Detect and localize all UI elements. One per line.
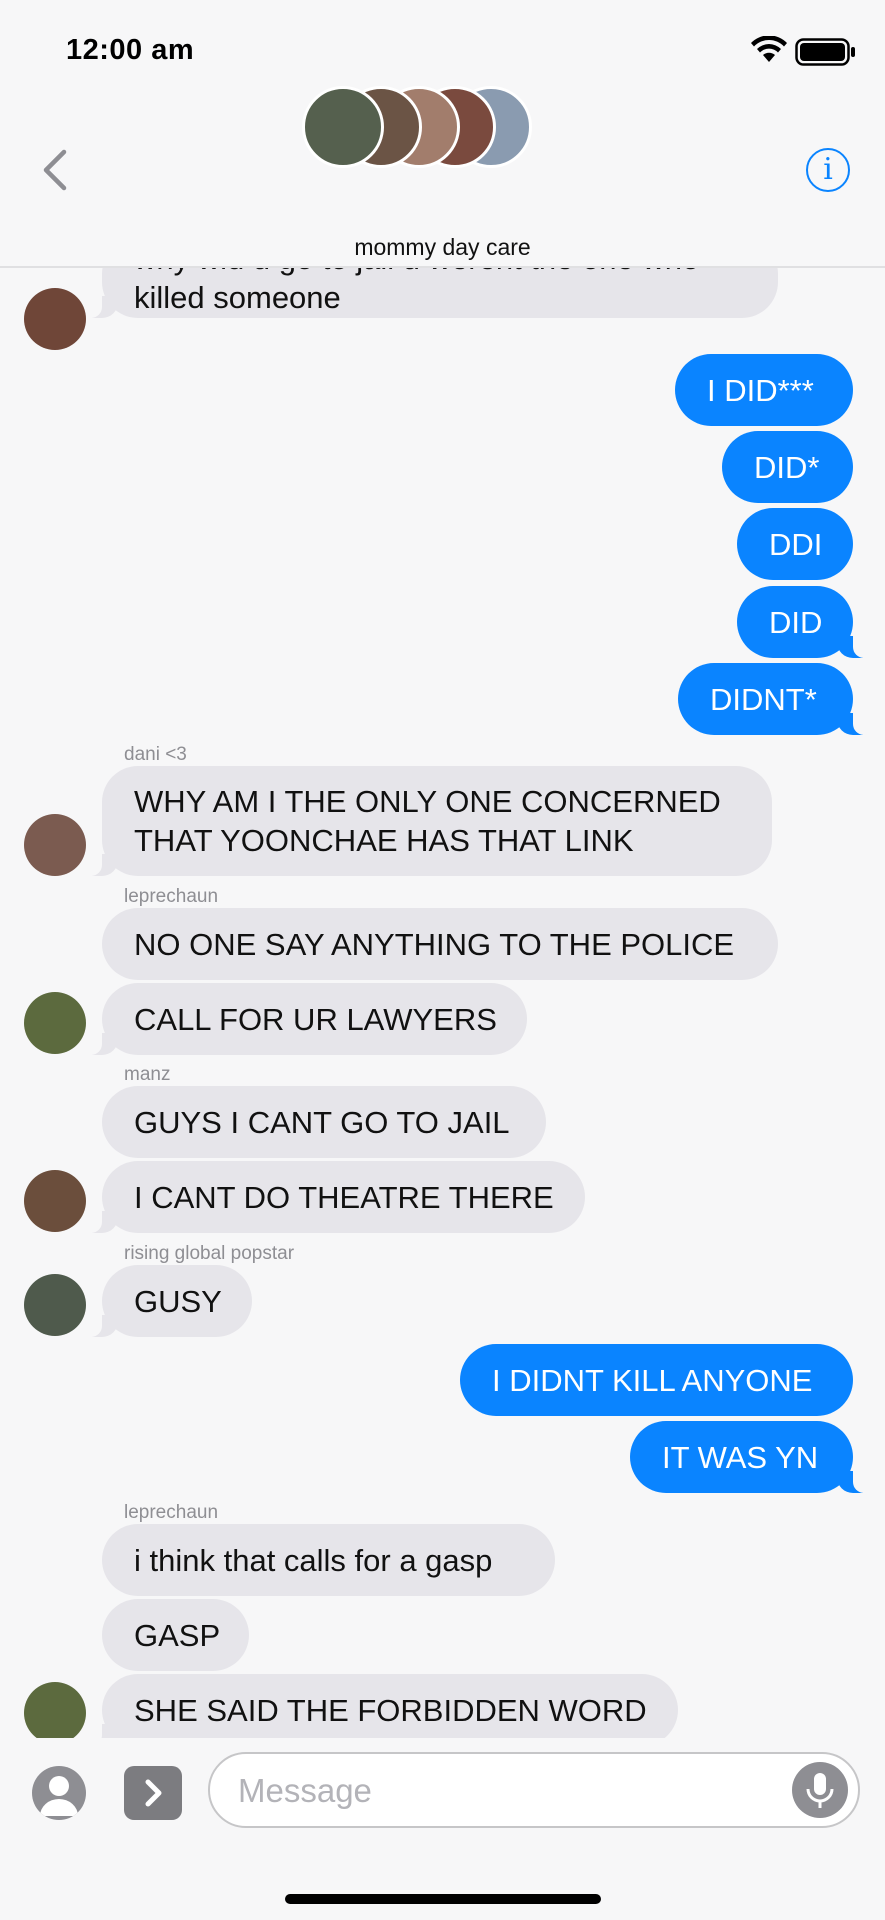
sender-avatar[interactable] xyxy=(24,1682,86,1738)
message-text: IT WAS YN xyxy=(662,1439,819,1475)
message-text: i think that calls for a gasp xyxy=(134,1542,493,1578)
outgoing-message[interactable]: DID* xyxy=(722,431,853,503)
message-placeholder: Message xyxy=(238,1772,372,1809)
incoming-message[interactable]: WHY AM I THE ONLY ONE CONCERNED THAT YOON… xyxy=(80,766,772,876)
outgoing-message[interactable]: IT WAS YN xyxy=(630,1421,875,1493)
message-text: I DIDNT KILL ANYONE xyxy=(492,1362,813,1398)
outgoing-message[interactable]: DID xyxy=(737,586,875,658)
sender-name: leprechaun xyxy=(124,886,219,907)
sender-name: dani <3 xyxy=(124,744,187,765)
microphone-icon[interactable] xyxy=(792,1762,848,1818)
incoming-message[interactable]: GUYS I CANT GO TO JAIL xyxy=(102,1086,546,1158)
sender-avatar[interactable] xyxy=(24,992,86,1054)
outgoing-message[interactable]: DIDNT* xyxy=(678,663,875,735)
message-text: DDI xyxy=(769,526,823,562)
message-text: GUYS I CANT GO TO JAIL xyxy=(134,1104,510,1140)
group-avatar xyxy=(302,86,384,168)
incoming-message[interactable]: why wld u go to jail u werent the one wh… xyxy=(80,268,778,318)
sender-avatar[interactable] xyxy=(24,814,86,876)
message-text: NO ONE SAY ANYTHING TO THE POLICE xyxy=(134,926,735,962)
message-text: THAT YOONCHAE HAS THAT LINK xyxy=(134,823,634,858)
incoming-message[interactable]: SHE SAID THE FORBIDDEN WORD xyxy=(80,1674,678,1738)
sender-avatar[interactable] xyxy=(24,1170,86,1232)
message-text: DID* xyxy=(754,449,820,485)
message-text: killed someone xyxy=(134,280,341,315)
status-time: 12:00 am xyxy=(66,34,195,66)
message-text: CALL FOR UR LAWYERS xyxy=(134,1001,497,1037)
sender-avatar[interactable] xyxy=(24,288,86,350)
message-text: I DID*** xyxy=(707,372,814,408)
message-text: GASP xyxy=(134,1617,221,1653)
message-input[interactable]: Message xyxy=(208,1752,860,1828)
wifi-icon xyxy=(751,36,787,62)
message-text: DID xyxy=(769,604,823,640)
message-text: why wld u go to jail u werent the one wh… xyxy=(134,268,746,278)
message-thread[interactable]: why wld u go to jail u werent the one wh… xyxy=(0,268,885,1738)
incoming-message[interactable]: GUSY xyxy=(80,1265,252,1337)
message-text: GUSY xyxy=(134,1283,222,1319)
incoming-message[interactable]: I CANT DO THEATRE THERE xyxy=(80,1161,585,1233)
message-text: I CANT DO THEATRE THERE xyxy=(134,1179,554,1215)
sender-name: manz xyxy=(124,1064,171,1085)
sender-avatar[interactable] xyxy=(24,1274,86,1336)
incoming-message[interactable]: CALL FOR UR LAWYERS xyxy=(80,983,527,1055)
info-icon[interactable]: i xyxy=(806,148,850,192)
apps-chevron-icon[interactable] xyxy=(124,1766,182,1820)
message-text: WHY AM I THE ONLY ONE CONCERNED xyxy=(134,784,721,819)
incoming-message[interactable]: NO ONE SAY ANYTHING TO THE POLICE xyxy=(102,908,778,980)
message-text: SHE SAID THE FORBIDDEN WORD xyxy=(134,1692,647,1728)
incoming-message[interactable]: i think that calls for a gasp xyxy=(102,1524,555,1596)
incoming-message[interactable]: GASP xyxy=(102,1599,249,1671)
back-chevron-icon[interactable] xyxy=(38,148,74,192)
sender-name: leprechaun xyxy=(124,1502,219,1523)
home-indicator xyxy=(285,1894,601,1904)
composer-bar: Message xyxy=(0,1738,885,1920)
battery-icon xyxy=(795,38,855,66)
outgoing-message[interactable]: I DID*** xyxy=(675,354,853,426)
sender-name: rising global popstar xyxy=(124,1243,295,1264)
group-name[interactable]: mommy day care xyxy=(0,234,885,261)
person-icon[interactable] xyxy=(32,1766,86,1820)
message-text: DIDNT* xyxy=(710,681,817,717)
outgoing-message[interactable]: I DIDNT KILL ANYONE xyxy=(460,1344,853,1416)
outgoing-message[interactable]: DDI xyxy=(737,508,853,580)
group-avatars[interactable] xyxy=(302,86,532,172)
